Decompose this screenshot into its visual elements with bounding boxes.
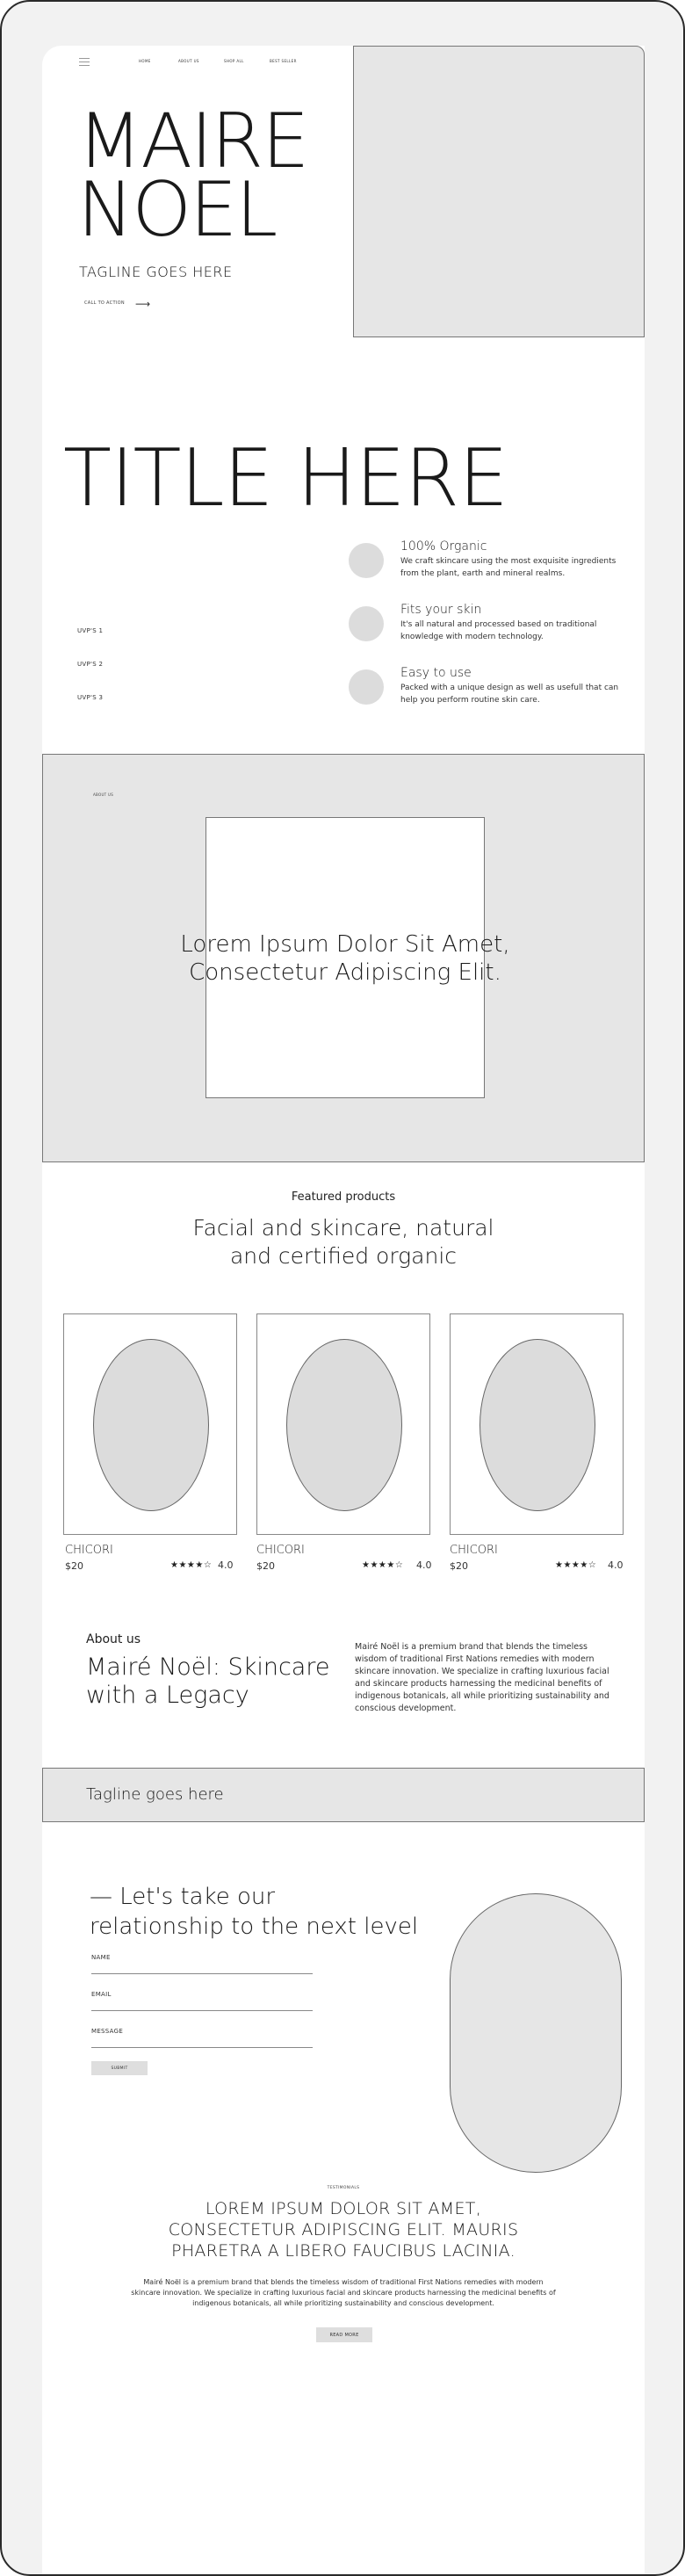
feature-title: Fits your skin (400, 603, 482, 617)
feature-icon (349, 543, 384, 578)
email-label: EMAIL (91, 1991, 112, 1998)
feature-icon (349, 606, 384, 641)
feature-title: Easy to use (400, 666, 472, 680)
product-card[interactable] (450, 1313, 624, 1535)
feature-description: It's all natural and processed based on … (400, 620, 597, 641)
message-label: MESSAGE (91, 2028, 124, 2035)
product-rating: 4.0 (608, 1559, 624, 1571)
nav-about-us[interactable]: ABOUT US (178, 59, 199, 63)
about-headline: Lorem Ipsum Dolor Sit Amet, Consectetur … (180, 931, 510, 986)
star-rating-icon: ★★★★☆ (362, 1560, 404, 1570)
cta-link[interactable]: CALL TO ACTION (84, 300, 125, 306)
tagline-bar-text: Tagline goes here (86, 1785, 224, 1804)
product-price: $20 (65, 1560, 83, 1572)
read-more-button[interactable]: READ MORE (316, 2327, 372, 2342)
name-label: NAME (91, 1954, 111, 1961)
feature-icon (349, 669, 384, 705)
about-us-text: Mairé Noël is a premium brand that blend… (355, 1642, 609, 1713)
product-image (286, 1339, 402, 1511)
feature-title: 100% Organic (400, 539, 487, 554)
product-name[interactable]: CHICORI (450, 1544, 498, 1557)
usp-item: UVP'S 2 (77, 661, 104, 668)
testimonial-quote: LOREM IPSUM DOLOR SIT AMET, CONSECTETUR … (168, 2199, 519, 2261)
product-name[interactable]: CHICORI (65, 1544, 113, 1557)
star-rating-icon: ★★★★☆ (170, 1560, 213, 1570)
featured-heading: Facial and skincare, natural and certifi… (192, 1215, 494, 1269)
submit-button[interactable]: SUBMIT (91, 2061, 148, 2075)
product-price: $20 (256, 1560, 275, 1572)
product-card[interactable] (63, 1313, 237, 1535)
brand-title: MAIRE NOEL (77, 98, 309, 254)
device-frame: HOME ABOUT US SHOP ALL BEST SELLER MAIRE… (0, 0, 685, 2576)
name-field[interactable] (91, 1973, 313, 1974)
hero-tagline: TAGLINE GOES HERE (79, 264, 233, 280)
testimonial-text: Mairé Noël is a premium brand that blend… (131, 2278, 556, 2307)
hero-image-placeholder (353, 46, 645, 337)
feature-description: We craft skincare using the most exquisi… (400, 557, 616, 578)
menu-icon[interactable] (79, 58, 90, 66)
message-field[interactable] (91, 2047, 313, 2048)
product-name[interactable]: CHICORI (256, 1544, 305, 1557)
contact-image-placeholder (450, 1893, 622, 2173)
product-image (93, 1339, 209, 1511)
contact-title: — Let's take our relationship to the nex… (90, 1884, 419, 1940)
nav-best-seller[interactable]: BEST SELLER (270, 59, 297, 63)
product-rating: 4.0 (218, 1559, 234, 1571)
usp-item: UVP'S 1 (77, 627, 104, 634)
feature-description: Packed with a unique design as well as u… (400, 684, 619, 705)
product-price: $20 (450, 1560, 468, 1572)
nav-shop-all[interactable]: SHOP ALL (224, 59, 244, 63)
about-us-title: Mairé Noël: Skincare with a Legacy (86, 1653, 330, 1709)
product-image (480, 1339, 595, 1511)
about-us-label: About us (86, 1632, 141, 1646)
about-label: ABOUT US (93, 792, 114, 797)
star-rating-icon: ★★★★☆ (555, 1560, 597, 1570)
section-title: TITLE HERE (63, 432, 508, 525)
product-card[interactable] (256, 1313, 430, 1535)
usp-item: UVP'S 3 (77, 694, 104, 701)
testimonials-label: TESTIMONIALS (327, 2186, 360, 2190)
page-canvas: HOME ABOUT US SHOP ALL BEST SELLER MAIRE… (42, 46, 645, 2574)
featured-label: Featured products (291, 1190, 396, 1204)
product-rating: 4.0 (416, 1559, 432, 1571)
arrow-right-icon[interactable]: ⟶ (135, 298, 150, 310)
email-field[interactable] (91, 2010, 313, 2011)
nav-home[interactable]: HOME (139, 59, 151, 63)
